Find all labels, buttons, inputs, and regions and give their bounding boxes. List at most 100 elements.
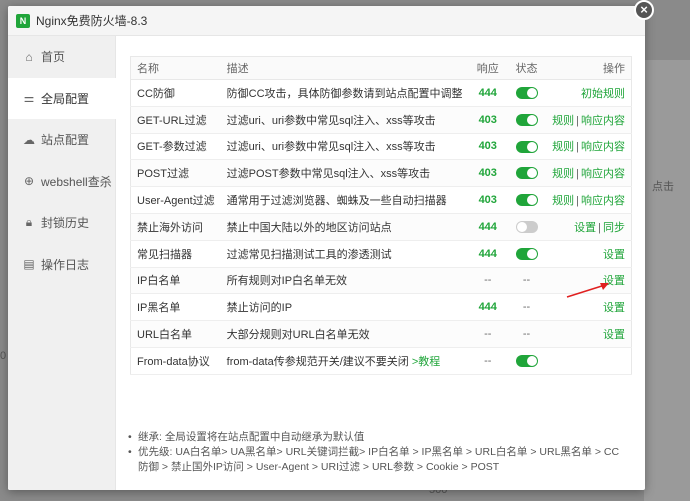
background-panel — [644, 60, 690, 501]
row-desc: 禁止中国大陆以外的地区访问站点 — [220, 213, 469, 241]
row-name: POST过滤 — [130, 159, 221, 188]
col-header-op: 操作 — [546, 56, 632, 80]
sidebar-item-label: 全局配置 — [41, 91, 90, 106]
sidebar-item-label: webshell查杀 — [41, 174, 112, 189]
response-content-link[interactable]: 响应内容 — [581, 115, 625, 127]
background-text: 点击 — [652, 181, 674, 193]
sidebar-item-block-history[interactable]: 🔒︎ 封锁历史 — [8, 202, 115, 244]
settings-link[interactable]: 设置 — [603, 249, 625, 261]
rules-table: 名称 描述 响应 状态 操作 CC防御 防御CC攻击，具体防御参数请到站点配置中… — [130, 56, 632, 375]
sidebar-item-global-config[interactable]: ⚌ 全局配置 — [8, 77, 116, 119]
sidebar-item-webshell[interactable]: ⊕ webshell查杀 — [8, 161, 115, 203]
status-toggle[interactable] — [515, 113, 538, 126]
row-code: 444 — [468, 213, 507, 241]
row-status: -- — [506, 267, 547, 295]
row-ops: 设置 | 同步 — [546, 213, 632, 241]
modal-title: Nginx免费防火墙-8.3 — [36, 14, 148, 28]
table-header-row: 名称 描述 响应 状态 操作 — [130, 56, 632, 80]
row-code: 444 — [468, 293, 507, 322]
document-icon: ▤ — [23, 257, 35, 272]
table-row: 禁止海外访问 禁止中国大陆以外的地区访问站点 444 设置 | 同步 — [130, 213, 632, 241]
row-code: -- — [468, 347, 507, 375]
modal-header: N Nginx免费防火墙-8.3 — [8, 6, 645, 36]
settings-link[interactable]: 设置 — [574, 222, 596, 234]
row-status — [506, 159, 547, 188]
status-toggle[interactable] — [515, 86, 538, 99]
row-status: -- — [506, 293, 547, 322]
separator: | — [576, 168, 579, 181]
row-name: 常见扫描器 — [130, 240, 221, 268]
row-status — [506, 186, 547, 214]
col-header-desc: 描述 — [220, 56, 469, 80]
sidebar-item-operation-log[interactable]: ▤ 操作日志 — [8, 244, 115, 286]
row-ops: 设置 — [546, 320, 632, 348]
table-row: GET-URL过滤 过滤uri、uri参数中常见sql注入、xss等攻击 403… — [130, 106, 632, 134]
table-row: CC防御 防御CC攻击，具体防御参数请到站点配置中调整 444 初始规则 — [130, 79, 632, 107]
response-content-link[interactable]: 响应内容 — [581, 168, 625, 180]
row-desc: 通常用于过滤浏览器、蜘蛛及一些自动扫描器 — [220, 186, 469, 214]
response-content-link[interactable]: 响应内容 — [581, 195, 625, 207]
row-status — [506, 106, 547, 134]
separator: | — [576, 114, 579, 127]
table-row: POST过滤 过滤POST参数中常见sql注入、xss等攻击 403 规则 | 响应… — [130, 159, 632, 188]
rules-link[interactable]: 规则 — [552, 195, 574, 207]
status-toggle[interactable] — [515, 194, 538, 207]
status-toggle[interactable] — [515, 140, 538, 153]
table-row: GET-参数过滤 过滤uri、uri参数中常见sql注入、xss等攻击 403 … — [130, 133, 632, 161]
row-ops — [546, 347, 632, 375]
row-status — [506, 133, 547, 161]
rules-link[interactable]: 规则 — [552, 168, 574, 180]
row-code: 403 — [468, 159, 507, 188]
target-icon: ⊕ — [23, 174, 35, 189]
table-row: IP白名单 所有规则对IP白名单无效 -- -- 设置 — [130, 267, 632, 295]
note-inherit: 继承: 全局设置将在站点配置中自动继承为默认值 — [128, 430, 628, 445]
sidebar-item-home[interactable]: ⌂ 首页 — [8, 36, 115, 78]
sidebar-item-site-config[interactable]: ☁ 站点配置 — [8, 119, 115, 161]
row-name: IP黑名单 — [130, 293, 221, 322]
status-toggle[interactable] — [515, 354, 538, 367]
rules-link[interactable]: 规则 — [552, 115, 574, 127]
col-header-name: 名称 — [130, 56, 221, 80]
sidebar-item-label: 站点配置 — [41, 133, 90, 148]
status-toggle[interactable] — [515, 167, 538, 180]
row-code: -- — [468, 320, 507, 348]
row-desc: from-data传参规范开关/建议不要关闭 >教程 — [220, 347, 469, 375]
separator: | — [576, 195, 579, 208]
row-ops: 设置 — [546, 240, 632, 268]
table-row: From-data协议 from-data传参规范开关/建议不要关闭 >教程 -… — [130, 347, 632, 375]
red-arrow-annotation — [566, 283, 609, 298]
separator: | — [598, 221, 601, 234]
sync-link[interactable]: 同步 — [603, 222, 625, 234]
row-status — [506, 79, 547, 107]
sidebar-item-label: 首页 — [41, 50, 66, 65]
row-desc-text: from-data传参规范开关/建议不要关闭 — [226, 355, 409, 368]
row-name: IP白名单 — [130, 267, 221, 295]
settings-link[interactable]: 设置 — [603, 302, 625, 314]
row-ops: 规则 | 响应内容 — [546, 159, 632, 188]
row-code: 403 — [468, 133, 507, 161]
firewall-modal: N Nginx免费防火墙-8.3 ⌂ 首页 ⚌ 全局配置 ☁ 站点配置 ⊕ we… — [8, 6, 645, 490]
status-toggle[interactable] — [515, 247, 538, 260]
init-rules-link[interactable]: 初始规则 — [581, 88, 625, 100]
table-row: IP黑名单 禁止访问的IP 444 -- 设置 — [130, 293, 632, 322]
row-code: 403 — [468, 106, 507, 134]
tutorial-link[interactable]: >教程 — [412, 356, 440, 368]
row-desc: 所有规则对IP白名单无效 — [220, 267, 469, 295]
note-priority: 优先级: UA白名单> UA黑名单> URL关键词拦截> IP白名单 > IP黑… — [128, 445, 628, 475]
close-button[interactable]: × — [634, 0, 654, 20]
row-ops: 初始规则 — [546, 79, 632, 107]
sliders-icon: ⚌ — [23, 91, 35, 106]
nginx-logo-icon: N — [16, 13, 30, 28]
row-ops: 规则 | 响应内容 — [546, 106, 632, 134]
response-content-link[interactable]: 响应内容 — [581, 141, 625, 153]
row-desc: 过滤常见扫描测试工具的渗透测试 — [220, 240, 469, 268]
row-status: -- — [506, 320, 547, 348]
cloud-icon: ☁ — [23, 132, 35, 147]
status-toggle[interactable] — [515, 220, 538, 233]
sidebar: ⌂ 首页 ⚌ 全局配置 ☁ 站点配置 ⊕ webshell查杀 🔒︎ 封锁历史 … — [8, 36, 116, 490]
rules-link[interactable]: 规则 — [552, 141, 574, 153]
table-row: 常见扫描器 过滤常见扫描测试工具的渗透测试 444 设置 — [130, 240, 632, 268]
settings-link[interactable]: 设置 — [603, 329, 625, 341]
row-name: URL白名单 — [130, 320, 221, 348]
lock-icon: 🔒︎ — [25, 215, 33, 230]
